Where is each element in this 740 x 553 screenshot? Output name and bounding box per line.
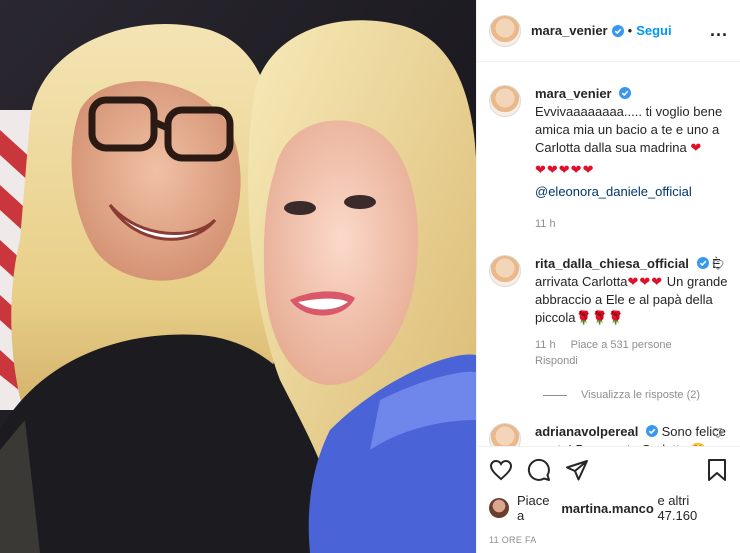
comment-likes-count[interactable]: Piace a 531 persone: [571, 339, 672, 351]
comment-username[interactable]: adrianavolpereal: [535, 424, 638, 439]
view-replies-label: Visualizza le risposte (2): [581, 389, 701, 401]
comments-section[interactable]: mara_venier Evvivaaaaaaaa..... ti voglio…: [477, 63, 740, 446]
heart-icon[interactable]: [489, 458, 513, 482]
comment-item: rita_dalla_chiesa_official È arrivata Ca…: [489, 255, 728, 369]
follow-button[interactable]: Segui: [636, 23, 671, 38]
author-avatar[interactable]: [489, 14, 521, 47]
verified-icon: [696, 257, 709, 269]
likes-prefix: Piace a: [517, 493, 550, 523]
comment-meta: 11 h Piace a 531 persone Rispondi: [535, 337, 728, 369]
post-actions: Piace a martina.manco e altri 47.160 11 …: [477, 446, 740, 553]
replies-divider-line: [543, 394, 567, 396]
verified-icon: [619, 87, 632, 99]
author-username[interactable]: mara_venier: [531, 23, 608, 38]
caption-username[interactable]: mara_venier: [535, 86, 612, 101]
commenter-avatar[interactable]: [489, 423, 521, 446]
comment-timestamp[interactable]: 11 h: [535, 339, 556, 351]
post-timestamp[interactable]: 11 ORE FA: [489, 535, 728, 545]
caption-heart-emoji: ❤: [690, 140, 703, 155]
photo-illustration: [0, 0, 476, 553]
verified-icon: [645, 425, 658, 437]
caption: mara_venier Evvivaaaaaaaa..... ti voglio…: [489, 85, 728, 233]
comment-item: adrianavolpereal Sono felice per te! Ben…: [489, 423, 728, 446]
liker-avatar[interactable]: [489, 498, 509, 518]
caption-hearts-emoji: ❤❤❤❤❤: [535, 162, 595, 177]
comment-icon[interactable]: [527, 458, 551, 482]
share-icon[interactable]: [565, 458, 589, 482]
comment-like-icon[interactable]: [712, 259, 724, 271]
header-separator: •: [627, 23, 633, 38]
caption-avatar[interactable]: [489, 85, 521, 117]
liker-username[interactable]: martina.manco: [561, 501, 653, 516]
post-header: mara_venier • Segui ...: [477, 0, 740, 62]
comment-like-icon[interactable]: [712, 427, 724, 439]
view-replies-button[interactable]: Visualizza le risposte (2): [543, 389, 728, 401]
verified-icon: [611, 24, 624, 37]
commenter-avatar[interactable]: [489, 255, 521, 287]
bookmark-icon[interactable]: [706, 458, 728, 482]
action-icons: [489, 455, 728, 485]
comment-username[interactable]: rita_dalla_chiesa_official: [535, 256, 689, 271]
caption-mention-link[interactable]: @eleonora_daniele_official: [535, 183, 728, 201]
caption-timestamp[interactable]: 11 h: [535, 215, 728, 233]
post-photo[interactable]: [0, 0, 476, 553]
post-side-panel: mara_venier • Segui ... mara_venier Evvi…: [476, 0, 740, 553]
likes-suffix[interactable]: e altri 47.160: [657, 493, 728, 523]
comment-roses-emoji: 🌹🌹🌹: [575, 310, 625, 325]
comment-hearts-emoji: ❤❤❤: [627, 274, 664, 289]
reply-button[interactable]: Rispondi: [535, 353, 728, 369]
likes-summary[interactable]: Piace a martina.manco e altri 47.160: [489, 493, 728, 523]
more-options-icon[interactable]: ...: [710, 20, 728, 41]
